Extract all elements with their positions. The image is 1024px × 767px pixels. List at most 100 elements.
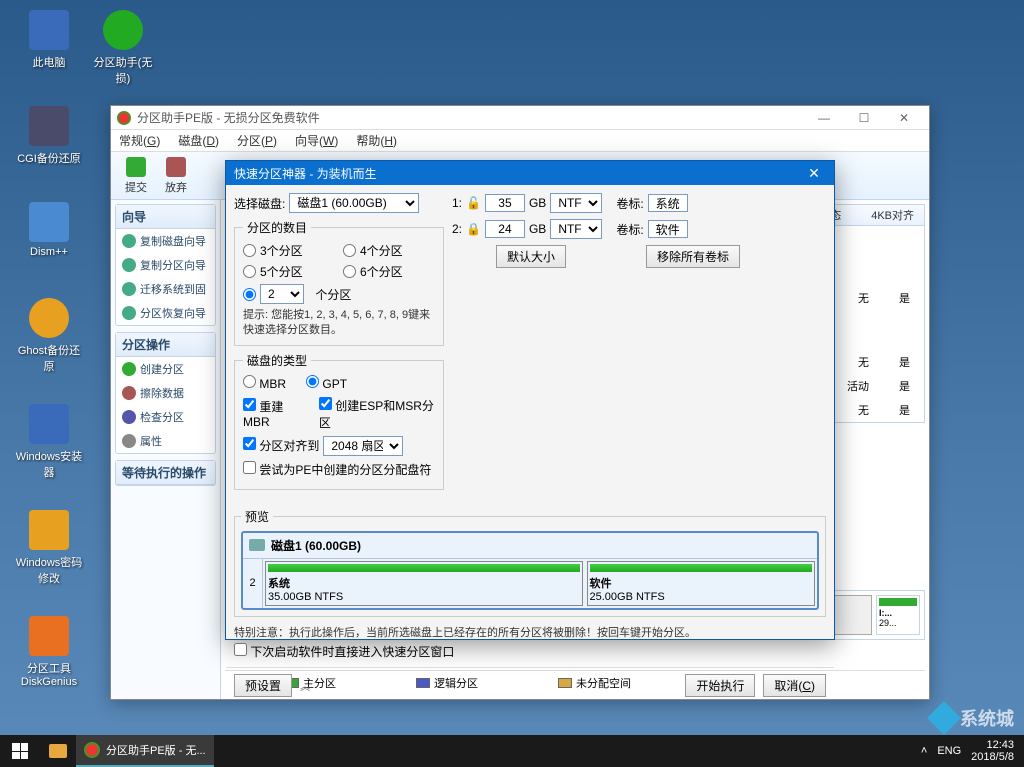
sidebar-item-properties[interactable]: 属性 bbox=[116, 429, 215, 453]
sidebar-group-wizard: 向导 复制磁盘向导 复制分区向导 迁移系统到固 分区恢复向导 bbox=[115, 204, 216, 326]
close-button[interactable]: ✕ bbox=[885, 108, 923, 128]
toolbar-apply[interactable]: 提交 bbox=[119, 155, 153, 197]
desktop-icon-diskgenius[interactable]: 分区工具DiskGenius bbox=[14, 616, 84, 688]
count-hint: 提示: 您能按1, 2, 3, 4, 5, 6, 7, 8, 9键来快速选择分区… bbox=[243, 308, 435, 339]
radio-mbr[interactable]: MBR bbox=[243, 375, 286, 391]
sidebar-pending-title: 等待执行的操作 bbox=[116, 461, 215, 485]
col-4kb-align[interactable]: 4KB对齐 bbox=[871, 207, 914, 223]
fs-select-1[interactable]: NTFS bbox=[550, 193, 602, 213]
partition-row-2: 2: 🔒 GB NTFS 卷标: bbox=[452, 219, 826, 239]
sidebar: 向导 复制磁盘向导 复制分区向导 迁移系统到固 分区恢复向导 分区操作 创建分区… bbox=[111, 200, 221, 699]
sidebar-item-copy-disk[interactable]: 复制磁盘向导 bbox=[116, 229, 215, 253]
align-select[interactable]: 2048 扇区 bbox=[323, 436, 403, 456]
desktop-icon-this-pc[interactable]: 此电脑 bbox=[14, 10, 84, 70]
radio-5-partitions[interactable]: 5个分区 bbox=[243, 263, 335, 280]
desktop-icon-partition-assistant[interactable]: 分区助手(无损) bbox=[88, 10, 158, 86]
disk-preview: 磁盘1 (60.00GB) 2 系统 35.00GB NTFS 软件 bbox=[241, 531, 819, 610]
desktop-icon-win-password[interactable]: Windows密码修改 bbox=[14, 510, 84, 586]
partition-count-fieldset: 分区的数目 3个分区 4个分区 5个分区 6个分区 2 个分区 提示: 您能按1… bbox=[234, 219, 444, 346]
sidebar-group-partition-ops: 分区操作 创建分区 擦除数据 检查分区 属性 bbox=[115, 332, 216, 454]
desktop-icon-win-installer[interactable]: Windows安装器 bbox=[14, 404, 84, 480]
disk-icon bbox=[249, 539, 265, 551]
disk-slot-i[interactable]: I:... 29... bbox=[876, 595, 920, 635]
minimize-button[interactable]: — bbox=[805, 108, 843, 128]
expand-icon[interactable]: ︽ bbox=[300, 678, 310, 693]
sidebar-item-migrate-os[interactable]: 迁移系统到固 bbox=[116, 277, 215, 301]
menubar: 常规(G) 磁盘(D) 分区(P) 向导(W) 帮助(H) bbox=[111, 130, 929, 152]
preview-disk-number: 2 bbox=[243, 559, 263, 608]
taskbar-app-item[interactable]: 分区助手PE版 - 无... bbox=[76, 735, 214, 767]
taskbar: 分区助手PE版 - 无... ˄ ENG 12:43 2018/5/8 bbox=[0, 735, 1024, 767]
sidebar-group-title: 分区操作 bbox=[116, 333, 215, 357]
menu-wizard[interactable]: 向导(W) bbox=[295, 132, 338, 149]
sidebar-item-create[interactable]: 创建分区 bbox=[116, 357, 215, 381]
tray-up-icon[interactable]: ˄ bbox=[921, 745, 927, 757]
volume-label-input-2[interactable] bbox=[648, 220, 688, 238]
check-rebuild-mbr[interactable]: 重建MBR bbox=[243, 398, 304, 429]
check-align[interactable]: 分区对齐到 bbox=[243, 437, 319, 454]
preview-legend: 预览 bbox=[241, 508, 273, 525]
watermark: 系统城 bbox=[932, 705, 1014, 731]
windows-logo-icon bbox=[12, 743, 28, 759]
fs-select-2[interactable]: NTFS bbox=[550, 219, 602, 239]
toolbar-discard[interactable]: 放弃 bbox=[159, 155, 193, 197]
preview-partition-2[interactable]: 软件 25.00GB NTFS bbox=[587, 561, 816, 606]
radio-gpt[interactable]: GPT bbox=[306, 375, 347, 391]
disk-type-fieldset: 磁盘的类型 MBR GPT 重建MBR 创建ESP和MSR分区 分区对齐到 20… bbox=[234, 352, 444, 490]
preset-button[interactable]: 预设置 bbox=[234, 674, 292, 697]
radio-4-partitions[interactable]: 4个分区 bbox=[343, 242, 435, 259]
remove-labels-button[interactable]: 移除所有卷标 bbox=[646, 245, 740, 268]
taskbar-app-label: 分区助手PE版 - 无... bbox=[106, 742, 206, 758]
select-disk-dropdown[interactable]: 磁盘1 (60.00GB) bbox=[289, 193, 419, 213]
app-icon bbox=[117, 111, 131, 125]
dialog-titlebar[interactable]: 快速分区神器 - 为装机而生 ✕ bbox=[226, 161, 834, 185]
lock-icon: 🔒 bbox=[466, 222, 481, 236]
sidebar-item-recover-partition[interactable]: 分区恢复向导 bbox=[116, 301, 215, 325]
system-tray: ˄ ENG 12:43 2018/5/8 bbox=[911, 739, 1024, 763]
maximize-button[interactable]: ☐ bbox=[845, 108, 883, 128]
titlebar[interactable]: 分区助手PE版 - 无损分区免费软件 — ☐ ✕ bbox=[111, 106, 929, 130]
volume-label-input-1[interactable] bbox=[648, 194, 688, 212]
sidebar-item-check[interactable]: 检查分区 bbox=[116, 405, 215, 429]
partition-row-1: 1: 🔓 GB NTFS 卷标: bbox=[452, 193, 826, 213]
window-title: 分区助手PE版 - 无损分区免费软件 bbox=[137, 109, 805, 126]
sidebar-item-wipe[interactable]: 擦除数据 bbox=[116, 381, 215, 405]
desktop-icon-cgi-backup[interactable]: CGI备份还原 bbox=[14, 106, 84, 166]
preview-partition-1[interactable]: 系统 35.00GB NTFS bbox=[265, 561, 583, 606]
tray-lang[interactable]: ENG bbox=[937, 745, 961, 757]
warning-text: 特别注意：执行此操作后，当前所选磁盘上已经存在的所有分区将被删除！按回车键开始分… bbox=[226, 625, 834, 642]
disk-type-legend: 磁盘的类型 bbox=[243, 352, 311, 369]
radio-3-partitions[interactable]: 3个分区 bbox=[243, 242, 335, 259]
check-next-boot[interactable]: 下次启动软件时直接进入快速分区窗口 bbox=[234, 643, 454, 660]
desktop-icon-ghost[interactable]: Ghost备份还原 bbox=[14, 298, 84, 374]
quick-partition-dialog: 快速分区神器 - 为装机而生 ✕ 选择磁盘: 磁盘1 (60.00GB) 分区的… bbox=[225, 160, 835, 640]
menu-disk[interactable]: 磁盘(D) bbox=[178, 132, 219, 149]
preview-fieldset: 预览 磁盘1 (60.00GB) 2 系统 35.00GB NTFS bbox=[234, 508, 826, 617]
menu-partition[interactable]: 分区(P) bbox=[237, 132, 277, 149]
partition-count-legend: 分区的数目 bbox=[243, 219, 311, 236]
taskbar-explorer-icon[interactable] bbox=[40, 735, 76, 767]
size-input-2[interactable] bbox=[485, 220, 525, 238]
tray-clock[interactable]: 12:43 2018/5/8 bbox=[971, 739, 1014, 763]
sidebar-group-pending: 等待执行的操作 bbox=[115, 460, 216, 486]
radio-6-partitions[interactable]: 6个分区 bbox=[343, 263, 435, 280]
radio-custom-partitions[interactable]: 2 个分区 bbox=[243, 284, 435, 304]
check-create-esp[interactable]: 创建ESP和MSR分区 bbox=[319, 397, 435, 431]
size-input-1[interactable] bbox=[485, 194, 525, 212]
dialog-close-button[interactable]: ✕ bbox=[802, 161, 826, 185]
menu-help[interactable]: 帮助(H) bbox=[356, 132, 397, 149]
check-try-pe[interactable]: 尝试为PE中创建的分区分配盘符 bbox=[243, 461, 431, 478]
cancel-button[interactable]: 取消(C) bbox=[763, 674, 826, 697]
desktop-icon-dism[interactable]: Dism++ bbox=[14, 202, 84, 258]
menu-general[interactable]: 常规(G) bbox=[119, 132, 160, 149]
dialog-title: 快速分区神器 - 为装机而生 bbox=[234, 165, 377, 182]
start-button[interactable] bbox=[0, 735, 40, 767]
app-icon bbox=[84, 742, 100, 758]
lock-icon: 🔓 bbox=[466, 196, 481, 210]
start-button[interactable]: 开始执行 bbox=[685, 674, 755, 697]
default-size-button[interactable]: 默认大小 bbox=[496, 245, 566, 268]
select-disk-label: 选择磁盘: bbox=[234, 195, 285, 212]
sidebar-item-copy-partition[interactable]: 复制分区向导 bbox=[116, 253, 215, 277]
custom-count-select[interactable]: 2 bbox=[260, 284, 304, 304]
sidebar-group-title: 向导 bbox=[116, 205, 215, 229]
